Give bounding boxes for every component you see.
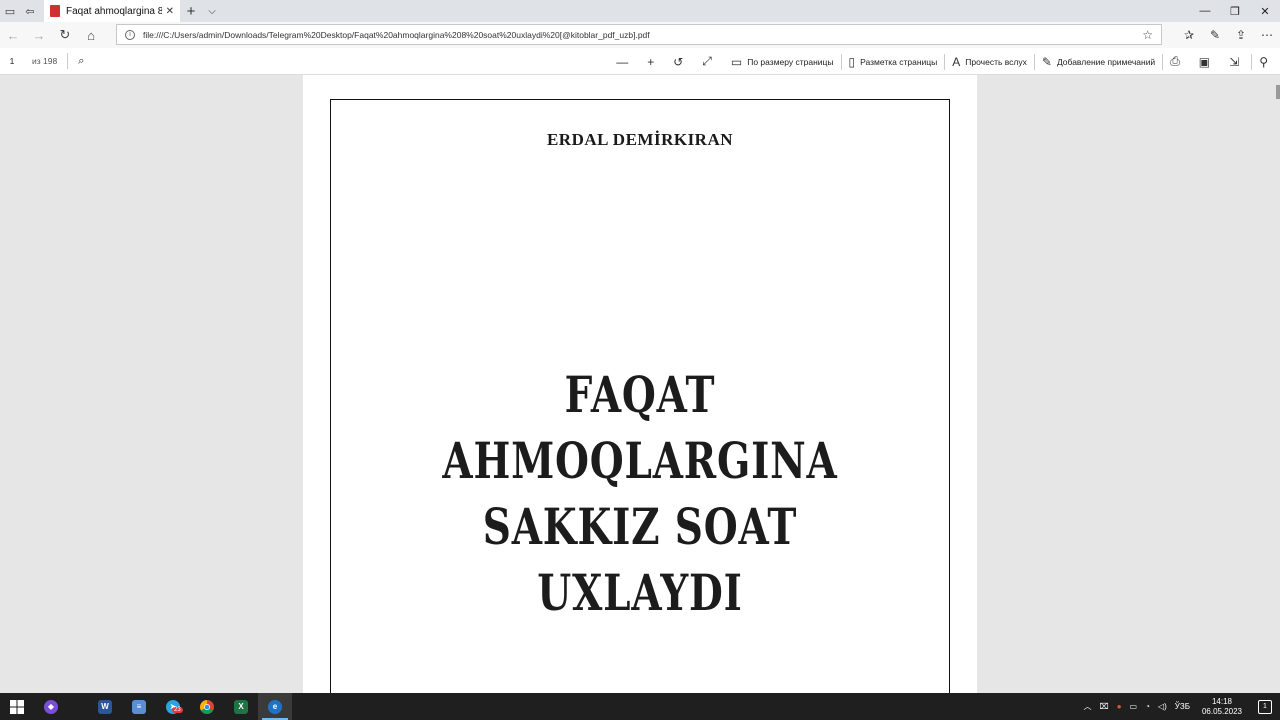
- word-button[interactable]: W: [88, 693, 122, 720]
- system-tray: ︿ ⌧ ● ▭ ◔ ◁) ЎЗБ 14:18 06.05.2023 1: [1079, 693, 1280, 720]
- zoom-in-button[interactable]: +: [640, 48, 666, 75]
- usb-icon[interactable]: ⌧: [1099, 702, 1108, 711]
- start-button[interactable]: [0, 693, 34, 720]
- read-aloud-label: Прочесть вслух: [965, 56, 1027, 67]
- page-layout-icon: ▯: [848, 54, 856, 69]
- set-aside-tabs-icon[interactable]: ⇦: [20, 0, 40, 22]
- home-icon[interactable]: ⌂: [78, 22, 104, 48]
- clock-time: 14:18: [1211, 696, 1232, 706]
- pin-icon: ⚲: [1259, 54, 1268, 69]
- alice-icon: ◆: [44, 699, 58, 714]
- zoom-out-button[interactable]: —: [609, 48, 640, 75]
- refresh-icon[interactable]: ↻: [52, 22, 78, 48]
- back-icon[interactable]: ←: [0, 22, 26, 48]
- chrome-icon: [200, 699, 214, 714]
- telegram-button[interactable]: ➤ 23: [156, 693, 190, 720]
- edge-icon: e: [268, 699, 282, 714]
- add-notes-label: Добавление примечаний: [1056, 56, 1156, 67]
- excel-icon: X: [234, 699, 248, 714]
- pdf-tools: — + ↺ ⤢ ▭ По размеру страницы ▯ Разметка…: [609, 48, 1280, 75]
- fit-page-button[interactable]: ▭ По размеру страницы: [724, 48, 841, 75]
- language-indicator[interactable]: ЎЗБ: [1175, 702, 1190, 711]
- favorites-icon[interactable]: ✰: [1176, 22, 1202, 48]
- minimize-icon[interactable]: —: [1190, 0, 1220, 22]
- restore-icon[interactable]: ❐: [1220, 0, 1250, 22]
- search-icon[interactable]: ⌕: [78, 55, 84, 68]
- save-as-button[interactable]: ⇲: [1222, 48, 1251, 75]
- scrollbar-thumb[interactable]: [1276, 85, 1280, 99]
- alice-assistant-button[interactable]: ◆: [34, 693, 68, 720]
- expand-icon: ⤢: [702, 54, 712, 68]
- excel-button[interactable]: X: [224, 693, 258, 720]
- plus-icon: +: [647, 54, 655, 69]
- tab-list-chevron-icon[interactable]: ⌵: [202, 6, 222, 17]
- alert-icon[interactable]: ●: [1117, 702, 1122, 711]
- clock[interactable]: 14:18 06.05.2023: [1202, 697, 1242, 717]
- page-total: из 198: [32, 56, 58, 66]
- page-border: ERDAL DEMİRKIRAN FAQAT AHMOQLARGINA SAKK…: [330, 99, 950, 699]
- read-aloud-button[interactable]: A Прочесть вслух: [945, 48, 1034, 75]
- web-note-icon[interactable]: ✎: [1202, 22, 1228, 48]
- word-icon: W: [98, 699, 112, 714]
- page-number-input[interactable]: 1: [0, 56, 24, 66]
- book-title: FAQAT AHMOQLARGINA SAKKIZ SOAT UXLAYDI: [399, 362, 881, 626]
- add-notes-button[interactable]: ✎ Добавление примечаний: [1035, 48, 1162, 75]
- pdf-file-icon: [50, 5, 60, 17]
- tab-active[interactable]: Faqat ahmoqlargina 8 s ✕: [44, 0, 180, 22]
- rotate-icon: ↺: [673, 54, 684, 69]
- forward-icon[interactable]: →: [26, 22, 52, 48]
- info-icon[interactable]: i: [125, 29, 135, 40]
- notepad-icon: ≡: [132, 699, 146, 714]
- url-field[interactable]: i file:///C:/Users/admin/Downloads/Teleg…: [116, 24, 1162, 45]
- divider: [67, 53, 69, 69]
- book-author: ERDAL DEMİRKIRAN: [546, 130, 734, 149]
- save-as-icon: ⇲: [1229, 54, 1240, 69]
- taskbar: ◆ W ≡ ➤ 23 X e ︿ ⌧ ● ▭ ◔ ◁) ЎЗБ 14:18 06…: [0, 693, 1280, 720]
- edge-button[interactable]: e: [258, 693, 292, 720]
- print-icon: ⎙: [1170, 54, 1180, 68]
- save-button[interactable]: ▣: [1192, 48, 1222, 75]
- pin-toolbar-button[interactable]: ⚲: [1252, 48, 1280, 75]
- window-controls: — ❐ ✕: [1190, 0, 1280, 22]
- clock-date: 06.05.2023: [1201, 706, 1242, 716]
- page-layout-button[interactable]: ▯ Разметка страницы: [842, 48, 945, 75]
- pdf-toolbar: 1 из 198 ⌕ — + ↺ ⤢ ▭ По размеру страницы…: [0, 48, 1280, 75]
- read-aloud-icon: A: [952, 54, 961, 69]
- tab-close-icon[interactable]: ✕: [166, 6, 174, 17]
- book-title-line1: FAQAT AHMOQLARGINA: [442, 365, 838, 490]
- address-bar-row: ← → ↻ ⌂ i file:///C:/Users/admin/Downloa…: [0, 22, 1280, 48]
- tab-title: Faqat ahmoqlargina 8 s: [66, 5, 162, 17]
- rotate-button[interactable]: ↺: [666, 48, 695, 75]
- print-button[interactable]: ⎙: [1163, 48, 1192, 75]
- tab-actions-icon[interactable]: ▭: [0, 0, 20, 22]
- chrome-button[interactable]: [190, 693, 224, 720]
- more-icon[interactable]: ⋯: [1254, 22, 1280, 48]
- fit-page-icon: ▭: [730, 54, 743, 69]
- pdf-viewer[interactable]: ERDAL DEMİRKIRAN FAQAT AHMOQLARGINA SAKK…: [0, 75, 1280, 699]
- book-title-line2: SAKKIZ SOAT UXLAYDI: [482, 497, 798, 622]
- taskbar-spacer: [68, 693, 88, 720]
- network-icon[interactable]: ◔: [1145, 702, 1150, 711]
- notification-center-icon[interactable]: 1: [1258, 699, 1272, 714]
- page-layout-label: Разметка страницы: [860, 56, 938, 67]
- pdf-page: ERDAL DEMİRKIRAN FAQAT AHMOQLARGINA SAKK…: [303, 75, 977, 699]
- minus-icon: —: [616, 54, 629, 69]
- telegram-badge: 23: [172, 707, 183, 713]
- browser-actions: ✰ ✎ ⇪ ⋯: [1176, 22, 1280, 48]
- battery-icon[interactable]: ▭: [1130, 702, 1138, 711]
- notepad-button[interactable]: ≡: [122, 693, 156, 720]
- share-icon[interactable]: ⇪: [1228, 22, 1254, 48]
- favorite-star-icon[interactable]: ☆: [1142, 28, 1153, 42]
- chevron-up-icon[interactable]: ︿: [1083, 701, 1091, 712]
- windows-logo-icon: [10, 699, 24, 714]
- pen-icon: ✎: [1041, 54, 1052, 69]
- fit-page-label: По размеру страницы: [747, 56, 834, 67]
- url-text: file:///C:/Users/admin/Downloads/Telegra…: [143, 29, 650, 40]
- close-window-icon[interactable]: ✕: [1250, 0, 1280, 22]
- volume-icon[interactable]: ◁): [1158, 702, 1167, 711]
- new-tab-button[interactable]: +: [180, 3, 202, 20]
- save-icon: ▣: [1198, 54, 1211, 69]
- title-bar: ▭ ⇦ Faqat ahmoqlargina 8 s ✕ + ⌵ — ❐ ✕: [0, 0, 1280, 22]
- fullscreen-button[interactable]: ⤢: [695, 48, 724, 75]
